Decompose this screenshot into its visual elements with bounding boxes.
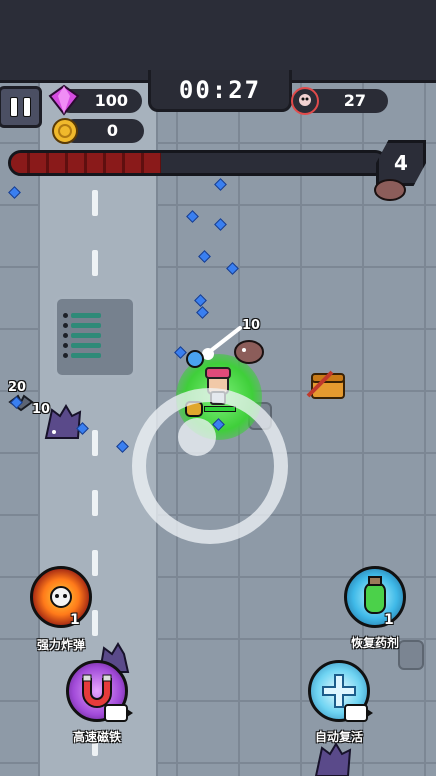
road-dash	[92, 250, 98, 276]
pause-button[interactable]	[0, 86, 42, 128]
revive-skill-label: 自动复活	[314, 730, 363, 744]
bomb-icon	[50, 586, 72, 608]
video-ad-icon	[344, 704, 373, 722]
pause-icon	[22, 97, 31, 117]
potion-skill-label: 恢复药剂	[350, 636, 399, 650]
boar-enemy	[374, 179, 406, 201]
pause-icon	[9, 97, 18, 117]
bomb-skill-count: 1	[70, 612, 80, 628]
hedgehog-enemy	[314, 742, 352, 776]
damage-number: 20	[8, 380, 27, 395]
orbiting-drone	[186, 350, 204, 368]
gem-count: 100	[94, 91, 128, 110]
potion-skill-button[interactable]	[344, 566, 406, 628]
road-dash	[92, 610, 98, 636]
coin-count: 0	[106, 121, 118, 140]
skull-icon	[291, 87, 319, 115]
potion-icon	[364, 576, 386, 614]
floor-console	[54, 296, 136, 378]
video-ad-icon	[104, 704, 133, 722]
road-dash	[92, 550, 98, 576]
xp-bar	[8, 150, 388, 176]
treasure-chest	[306, 370, 345, 399]
bomb-skill-label: 强力炸弹	[36, 638, 85, 652]
potion-skill-count: 1	[384, 612, 394, 628]
virtual-joystick[interactable]	[132, 388, 288, 544]
survival-timer: 00:27	[148, 70, 292, 112]
damage-number: 10	[242, 318, 261, 333]
joystick-knob[interactable]	[178, 418, 216, 456]
road-dash	[92, 490, 98, 516]
bomb-skill-button[interactable]	[30, 566, 92, 628]
boar-enemy	[234, 340, 264, 364]
road-dash	[92, 190, 98, 216]
magnet-skill-label: 高速磁铁	[72, 730, 121, 744]
kill-count: 27	[343, 91, 366, 110]
coin-icon	[52, 118, 78, 144]
xp-bar-fill	[11, 153, 161, 173]
damage-number: 10	[32, 402, 51, 417]
gem-icon	[48, 84, 80, 116]
road-dash	[92, 430, 98, 456]
